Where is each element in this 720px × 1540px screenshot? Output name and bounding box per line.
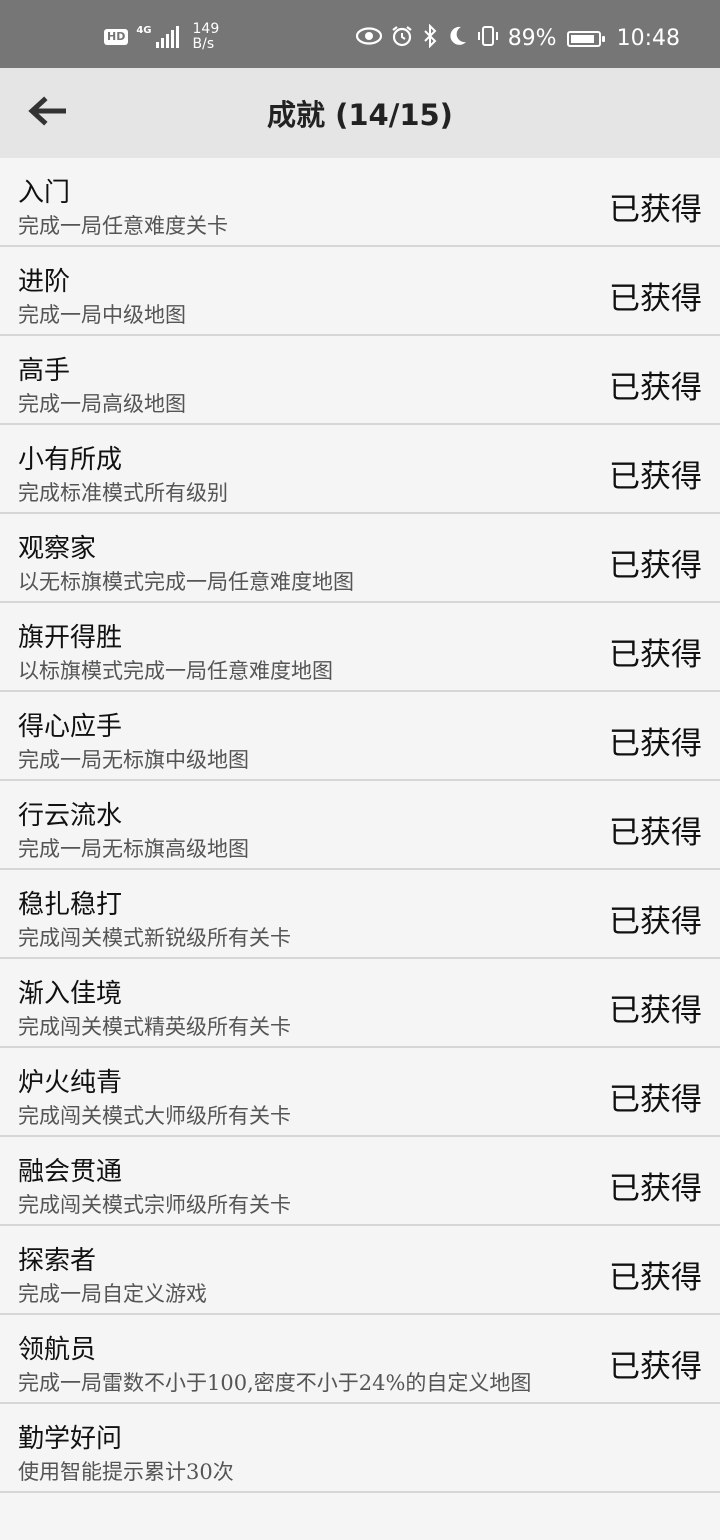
achievement-status: 已获得 <box>609 637 702 673</box>
achievement-name: 融会贯通 <box>18 1157 123 1187</box>
achievement-name: 稳扎稳打 <box>18 890 123 920</box>
achievement-desc: 以无标旗模式完成一局任意难度地图 <box>18 570 354 594</box>
achievement-desc: 使用智能提示累计30次 <box>18 1460 234 1484</box>
achievement-desc: 完成闯关模式精英级所有关卡 <box>18 1015 291 1039</box>
achievement-desc: 完成一局中级地图 <box>18 303 186 327</box>
achievement-name: 高手 <box>18 356 71 386</box>
achievement-status: 已获得 <box>609 1349 702 1385</box>
achievement-name: 入门 <box>18 178 71 208</box>
achievement-name: 观察家 <box>18 534 97 564</box>
speed-value: 149 <box>192 21 220 37</box>
achievement-desc: 完成闯关模式大师级所有关卡 <box>18 1104 291 1128</box>
achievement-desc: 完成闯关模式新锐级所有关卡 <box>18 926 291 950</box>
list-item[interactable]: 探索者完成一局自定义游戏 已获得 <box>0 1226 720 1315</box>
achievement-desc: 完成一局无标旗中级地图 <box>18 748 249 772</box>
achievement-desc: 完成一局任意难度关卡 <box>18 214 228 238</box>
list-item[interactable]: 稳扎稳打完成闯关模式新锐级所有关卡 已获得 <box>0 870 720 959</box>
achievement-name: 渐入佳境 <box>18 979 123 1009</box>
achievement-name: 行云流水 <box>18 801 123 831</box>
achievement-name: 探索者 <box>18 1246 97 1276</box>
list-item[interactable]: 得心应手完成一局无标旗中级地图 已获得 <box>0 692 720 781</box>
achievement-name: 小有所成 <box>18 445 123 475</box>
achievement-name: 领航员 <box>18 1335 97 1365</box>
status-left: HD 4G 149 B/s <box>104 22 219 52</box>
achievement-status: 已获得 <box>609 1260 702 1296</box>
app-bar: 成就 (14/15) <box>0 68 720 158</box>
achievement-desc: 以标旗模式完成一局任意难度地图 <box>18 659 333 683</box>
signal-icon: 4G <box>136 25 179 48</box>
list-item[interactable]: 观察家以无标旗模式完成一局任意难度地图 已获得 <box>0 514 720 603</box>
network-speed: 149 B/s <box>193 22 220 52</box>
achievement-status: 已获得 <box>609 192 702 228</box>
eye-icon <box>355 27 382 50</box>
achievement-desc: 完成一局雷数不小于100,密度不小于24%的自定义地图 <box>18 1371 532 1395</box>
status-bar: HD 4G 149 B/s 89% 10:48 <box>0 0 720 68</box>
achievement-status: 已获得 <box>609 993 702 1029</box>
battery-percent: 89% <box>507 26 557 51</box>
list-item[interactable]: 小有所成完成标准模式所有级别 已获得 <box>0 425 720 514</box>
list-item[interactable]: 渐入佳境完成闯关模式精英级所有关卡 已获得 <box>0 959 720 1048</box>
status-right: 89% 10:48 <box>355 23 680 53</box>
achievement-desc: 完成闯关模式宗师级所有关卡 <box>18 1193 291 1217</box>
achievement-name: 炉火纯青 <box>18 1068 123 1098</box>
list-item[interactable]: 入门完成一局任意难度关卡 已获得 <box>0 158 720 247</box>
list-item[interactable]: 炉火纯青完成闯关模式大师级所有关卡 已获得 <box>0 1048 720 1137</box>
list-item[interactable]: 进阶完成一局中级地图 已获得 <box>0 247 720 336</box>
achievement-desc: 完成一局自定义游戏 <box>18 1282 207 1306</box>
achievement-status: 已获得 <box>609 1171 702 1207</box>
achievement-status: 已获得 <box>609 281 702 317</box>
battery-icon <box>566 30 605 47</box>
network-type: 4G <box>136 25 152 36</box>
list-item[interactable]: 融会贯通完成闯关模式宗师级所有关卡 已获得 <box>0 1137 720 1226</box>
achievement-status: 已获得 <box>609 726 702 762</box>
alarm-icon <box>390 24 414 53</box>
achievement-desc: 完成标准模式所有级别 <box>18 481 228 505</box>
speed-unit: B/s <box>192 36 215 52</box>
list-item[interactable]: 高手完成一局高级地图 已获得 <box>0 336 720 425</box>
page-title: 成就 (14/15) <box>267 98 453 132</box>
achievement-name: 旗开得胜 <box>18 623 123 653</box>
achievement-status: 已获得 <box>609 548 702 584</box>
achievement-status: 已获得 <box>609 815 702 851</box>
clock: 10:48 <box>616 26 680 51</box>
arrow-left-icon <box>26 96 67 130</box>
achievement-desc: 完成一局无标旗高级地图 <box>18 837 249 861</box>
list-item[interactable]: 旗开得胜以标旗模式完成一局任意难度地图 已获得 <box>0 603 720 692</box>
achievement-status: 已获得 <box>609 459 702 495</box>
list-item[interactable]: 行云流水完成一局无标旗高级地图 已获得 <box>0 781 720 870</box>
achievement-name: 得心应手 <box>18 712 123 742</box>
hd-badge: HD <box>104 29 129 45</box>
achievement-status: 已获得 <box>609 1082 702 1118</box>
achievement-name: 勤学好问 <box>18 1424 123 1454</box>
back-button[interactable] <box>18 90 74 136</box>
achievement-list: 入门 完成一局任意难度关卡 已获得 进阶 完成一局中级地图 已获得 高手 完成一局高级地图 已获… <box>0 158 720 1493</box>
moon-icon <box>446 25 468 52</box>
achievement-status: 已获得 <box>609 904 702 940</box>
list-item[interactable]: 勤学好问使用智能提示累计30次 <box>0 1404 720 1493</box>
achievement-status: 已获得 <box>609 370 702 406</box>
achievement-desc: 完成一局高级地图 <box>18 392 186 416</box>
bluetooth-icon <box>422 23 438 53</box>
list-item[interactable]: 领航员完成一局雷数不小于100,密度不小于24%的自定义地图 已获得 <box>0 1315 720 1404</box>
vibrate-icon <box>476 24 500 53</box>
achievement-name: 进阶 <box>18 267 71 297</box>
